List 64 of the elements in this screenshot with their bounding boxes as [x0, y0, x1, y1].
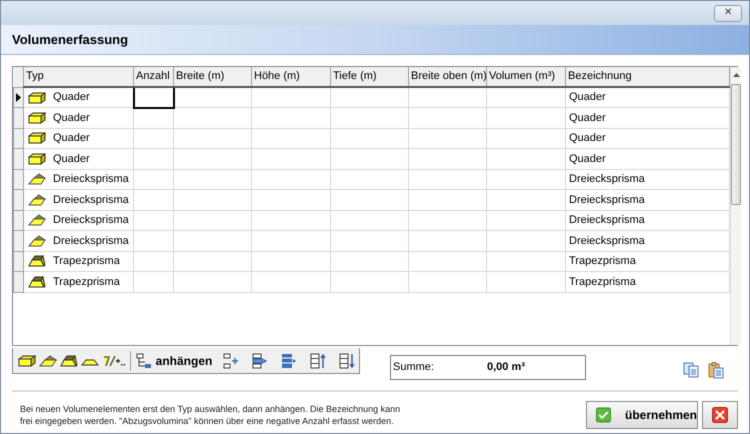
column-header[interactable]: Anzahl: [134, 67, 174, 87]
table-cell: Dreiecksprisma: [566, 230, 730, 251]
shape-icon: [28, 194, 46, 206]
shape-icon: [28, 234, 46, 247]
hint-text: Bei neuen Volumenelementen erst den Typ auswählen, dann anhängen. Die Bezeichnung kann frei eingegeben werden. "Abzugsvolumina" können über eine negative Anzahl erfasst werden.: [20, 403, 402, 427]
shape-icon: [28, 173, 46, 186]
column-header[interactable]: Typ: [24, 67, 134, 87]
table-cell: Dreiecksprisma: [566, 210, 730, 230]
close-icon: [712, 407, 728, 423]
table-cell-text: Dreiecksprisma: [53, 213, 129, 228]
table-cell: Trapezprisma: [566, 251, 730, 272]
shape-icon: [28, 214, 46, 226]
accept-button[interactable]: übernehmen: [586, 401, 698, 429]
table-cell-text: Quader: [53, 131, 90, 146]
table-cell: Trapezprisma: [566, 272, 730, 292]
table-cell-text: Trapezprisma: [53, 274, 120, 290]
shape-icon: [28, 92, 46, 104]
scrollbar[interactable]: [730, 67, 741, 345]
scroll-thumb[interactable]: [731, 84, 741, 205]
shape-icon: [28, 132, 46, 144]
scroll-up-icon[interactable]: [732, 73, 740, 77]
close-button[interactable]: ✕: [714, 4, 742, 22]
column-header[interactable]: Tiefe (m): [330, 67, 408, 87]
rows-arrow-icon: [281, 352, 298, 368]
table-cell-text: Quader: [53, 110, 90, 126]
table-cell: Quader: [566, 108, 730, 128]
table-cell-text: Quader: [53, 90, 90, 106]
sum-label: Summe:: [393, 360, 435, 376]
move-down-icon: [339, 352, 356, 368]
table-cell-text: Dreiecksprisma: [53, 172, 129, 187]
table-cell-text: Dreiecksprisma: [53, 192, 129, 208]
paste-icon[interactable]: [708, 362, 724, 379]
column-header[interactable]: Bezeichnung: [566, 67, 730, 87]
shape-icon: [28, 112, 46, 124]
dialog-heading: Volumenerfassung: [12, 30, 128, 49]
cancel-button[interactable]: [702, 401, 738, 429]
shape-icon: [28, 152, 46, 165]
table-cell: Dreiecksprisma: [566, 169, 730, 190]
shape-icon: [28, 276, 46, 288]
column-header[interactable]: Höhe (m): [252, 67, 330, 87]
shape-icon: [60, 354, 78, 366]
tree-icon: [136, 352, 152, 368]
column-header[interactable]: Volumen (m³): [486, 67, 566, 87]
shape-icon: [28, 255, 46, 268]
row-pointer-icon: [16, 92, 21, 102]
shape-icon: [18, 354, 36, 366]
table-cell: Quader: [566, 87, 730, 108]
table-cell-text: Trapezprisma: [53, 254, 120, 269]
input-field[interactable]: [134, 87, 174, 108]
insert-row-icon: [223, 352, 240, 368]
table-cell: Quader: [566, 128, 730, 148]
table-cell-text: Quader: [53, 152, 90, 166]
table-cell: Quader: [566, 148, 730, 169]
move-up-icon: [310, 352, 326, 368]
table-cell-text: Dreiecksprisma: [53, 234, 129, 248]
shape-icon: [39, 354, 58, 366]
column-header[interactable]: Breite (m): [174, 67, 252, 87]
append-button[interactable]: anhängen: [134, 350, 214, 370]
sum-value: 0,00 m³: [487, 360, 525, 376]
row-header[interactable]: [14, 87, 24, 108]
table-cell: Dreiecksprisma: [566, 190, 730, 210]
checkmark-icon: [596, 407, 611, 423]
move-row-icon: [252, 352, 268, 368]
copy-icon[interactable]: [683, 362, 699, 378]
